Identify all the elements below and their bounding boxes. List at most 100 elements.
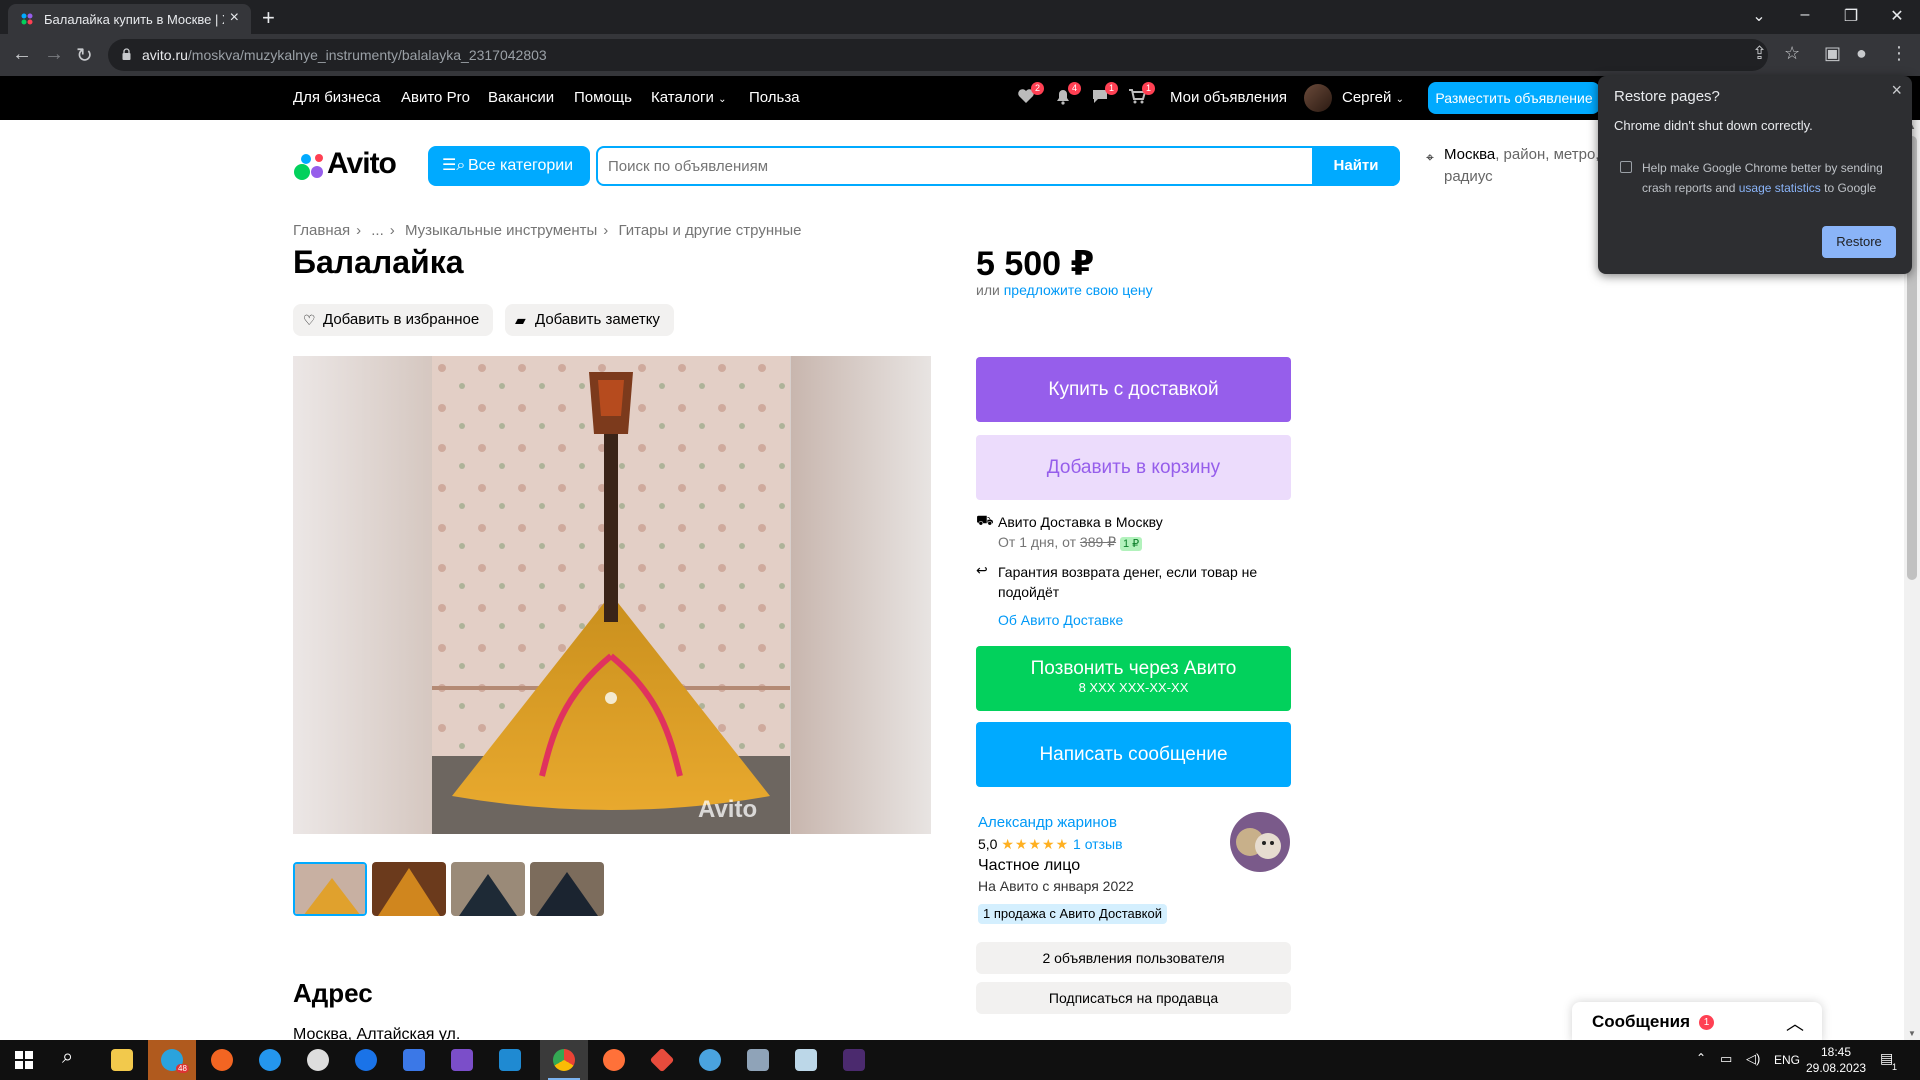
chevron-up-icon[interactable]: ︿ (1786, 1010, 1804, 1036)
messages-widget[interactable]: Сообщения 1 ︿ (1572, 1002, 1822, 1042)
seller-avatar[interactable] (1230, 812, 1290, 872)
taskbar-docker[interactable] (246, 1040, 294, 1080)
taskbar-telegram[interactable]: 48 (148, 1040, 196, 1080)
messages-widget-label: Сообщения (1592, 1012, 1690, 1031)
start-button[interactable] (0, 1040, 48, 1080)
taskbar-app-server[interactable] (734, 1040, 782, 1080)
restore-button[interactable]: Restore (1822, 226, 1896, 258)
taskbar-search-button[interactable]: ⌕ (48, 1040, 96, 1080)
add-note-button[interactable]: ▰ Добавить заметку (505, 304, 674, 336)
notifications-badge: 4 (1068, 82, 1081, 95)
nav-vacancies[interactable]: Вакансии (488, 89, 554, 106)
taskbar-app-white[interactable] (294, 1040, 342, 1080)
cart-icon[interactable]: 1 (1127, 82, 1155, 108)
taskbar-visual-studio[interactable] (438, 1040, 486, 1080)
network-icon[interactable]: ▭ (1720, 1051, 1732, 1067)
nav-avito-pro[interactable]: Авито Pro (401, 89, 470, 106)
profile-icon[interactable]: ● (1856, 43, 1867, 64)
post-ad-button[interactable]: Разместить объявление (1428, 82, 1600, 114)
taskbar-app-pages[interactable] (782, 1040, 830, 1080)
search-button[interactable]: Найти (1312, 146, 1400, 186)
address-heading: Адрес (293, 978, 373, 1008)
reload-icon[interactable]: ↻ (76, 43, 93, 68)
taskbar-app-orange[interactable] (198, 1040, 246, 1080)
restore-title: Restore pages? (1614, 88, 1720, 105)
seller-name-link[interactable]: Александр жаринов (978, 814, 1117, 831)
taskbar-app-diamond[interactable] (638, 1040, 686, 1080)
thumbnail-2[interactable] (372, 862, 446, 916)
scroll-down-arrow-icon[interactable]: ▼ (1908, 1029, 1916, 1038)
tab-close-icon[interactable]: × (230, 9, 239, 27)
buy-with-delivery-button[interactable]: Купить с доставкой (976, 357, 1291, 422)
taskbar-chrome[interactable] (540, 1040, 588, 1080)
breadcrumb-ellipsis[interactable]: ... (371, 222, 384, 239)
avito-favicon-icon (21, 13, 33, 25)
search-input[interactable] (608, 155, 1298, 177)
nav-benefit[interactable]: Польза (749, 89, 800, 106)
breadcrumb-category[interactable]: Музыкальные инструменты (405, 222, 597, 239)
side-panel-icon[interactable]: ▣ (1824, 43, 1841, 64)
chevron-down-icon: ⌄ (718, 94, 727, 105)
windows-taskbar: ⌕ 48 ⌃ ▭ ◁) ENG 18:45 29.08.2023 ▤ 1 (0, 1040, 1920, 1080)
user-avatar[interactable] (1304, 84, 1332, 112)
taskbar-explorer[interactable] (98, 1040, 146, 1080)
close-window-button[interactable]: ✕ (1874, 6, 1920, 26)
volume-icon[interactable]: ◁) (1746, 1051, 1760, 1067)
windows-logo-icon (15, 1051, 33, 1069)
seller-ads-button[interactable]: 2 объявления пользователя (976, 942, 1291, 974)
offer-price-link[interactable]: предложите свою цену (1004, 282, 1153, 298)
write-message-button[interactable]: Написать сообщение (976, 722, 1291, 787)
thumbnail-1[interactable] (293, 862, 367, 916)
taskbar-maps[interactable] (342, 1040, 390, 1080)
new-tab-button[interactable]: + (262, 5, 275, 31)
all-categories-button[interactable]: ☰⌕ Все категории (428, 146, 590, 186)
close-icon[interactable]: × (1891, 80, 1902, 101)
photo-gallery[interactable]: Avito (293, 356, 931, 834)
messages-badge: 1 (1105, 82, 1118, 95)
my-ads-link[interactable]: Мои объявления (1170, 89, 1287, 106)
restore-window-button[interactable]: ❐ (1828, 6, 1874, 26)
add-favorite-button[interactable]: ♡ Добавить в избранное (293, 304, 494, 336)
share-icon[interactable]: ⇪ (1752, 43, 1767, 64)
back-icon[interactable]: ← (12, 43, 32, 66)
location-selector[interactable]: ⌖ Москва, район, метро, радиус (1426, 144, 1606, 188)
taskbar-app-blue[interactable] (390, 1040, 438, 1080)
browser-tab[interactable]: Балалайка купить в Москве | Хо × (8, 4, 251, 34)
usage-statistics-link[interactable]: usage statistics (1739, 181, 1821, 195)
app-icon (649, 1047, 675, 1073)
call-button[interactable]: Позвонить через Авито 8 XXX XXX-XX-XX (976, 646, 1291, 711)
about-delivery-link[interactable]: Об Авито Доставке (998, 612, 1123, 628)
taskbar-vscode[interactable] (486, 1040, 534, 1080)
thumbnail-4[interactable] (530, 862, 604, 916)
nav-catalogs[interactable]: Каталоги ⌄ (651, 89, 726, 106)
tab-search-icon[interactable]: ⌄ (1736, 6, 1782, 26)
taskbar-firefox[interactable] (590, 1040, 638, 1080)
nav-business[interactable]: Для бизнеса (293, 89, 381, 106)
lock-icon (122, 48, 131, 60)
user-menu[interactable]: Сергей ⌄ (1342, 89, 1404, 106)
add-to-cart-button[interactable]: Добавить в корзину (976, 435, 1291, 500)
menu-kebab-icon[interactable]: ⋮ (1890, 43, 1908, 64)
minimize-button[interactable]: – (1782, 6, 1828, 24)
language-indicator[interactable]: ENG (1774, 1053, 1800, 1067)
favorites-heart-icon[interactable]: 2 (1016, 82, 1044, 108)
notifications-bell-icon[interactable]: 4 (1053, 82, 1081, 108)
breadcrumb-home[interactable]: Главная (293, 222, 350, 239)
messages-chat-icon[interactable]: 1 (1090, 82, 1118, 108)
subscribe-seller-button[interactable]: Подписаться на продавца (976, 982, 1291, 1014)
address-bar[interactable]: avito.ru/moskva/muzykalnye_instrumenty/b… (108, 39, 1768, 71)
nav-help[interactable]: Помощь (574, 89, 632, 106)
breadcrumb-subcategory[interactable]: Гитары и другие струнные (618, 222, 801, 239)
tray-chevron-icon[interactable]: ⌃ (1696, 1051, 1706, 1065)
delivery-new-price: 1 ₽ (1119, 537, 1143, 551)
forward-icon[interactable]: → (44, 43, 64, 66)
taskbar-app-terminal[interactable] (830, 1040, 878, 1080)
url-path: /moskva/muzykalnye_instrumenty/balalayka… (187, 47, 547, 63)
reviews-link[interactable]: 1 отзыв (1073, 836, 1123, 852)
thumbnail-3[interactable] (451, 862, 525, 916)
clock[interactable]: 18:45 29.08.2023 (1806, 1044, 1866, 1076)
bookmark-star-icon[interactable]: ☆ (1784, 43, 1800, 64)
avito-logo-icon (294, 154, 323, 180)
taskbar-app-globe[interactable] (686, 1040, 734, 1080)
crash-report-checkbox[interactable] (1620, 161, 1632, 173)
